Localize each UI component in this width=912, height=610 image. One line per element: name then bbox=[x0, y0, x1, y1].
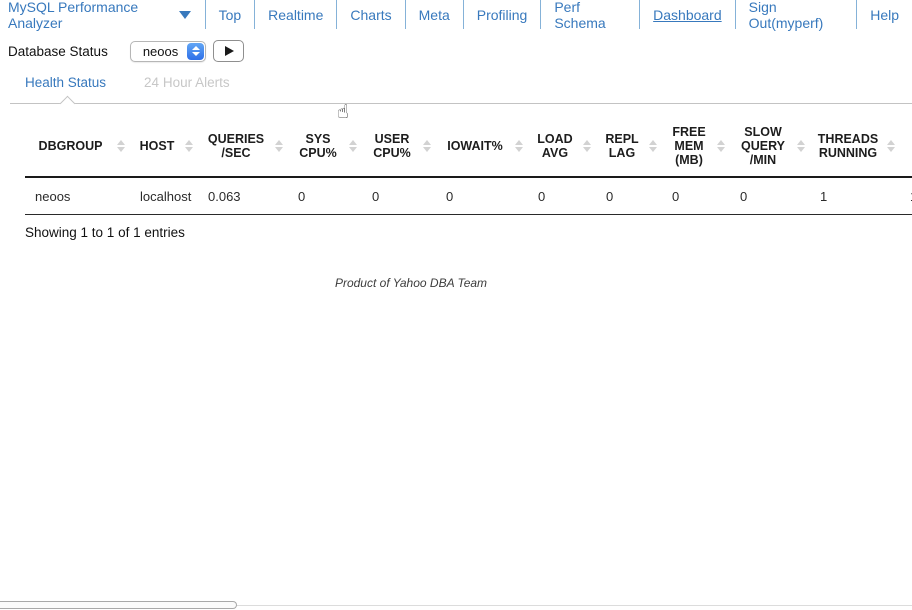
sort-icon bbox=[648, 140, 657, 152]
cell-iowait: 0 bbox=[436, 177, 528, 215]
caret-down-icon bbox=[179, 11, 191, 19]
nav-item-perf-schema[interactable]: Perf Schema bbox=[540, 0, 639, 29]
health-status-table: DBGROUP HOST QUERIES /SEC SYS CPU% USER … bbox=[25, 115, 912, 215]
col-header-user-cpu[interactable]: USER CPU% bbox=[362, 115, 436, 177]
footer-credit: Product of Yahoo DBA Team bbox=[25, 276, 797, 290]
col-header-free-mem[interactable]: FREE MEM (MB) bbox=[662, 115, 730, 177]
tab-underline bbox=[10, 103, 912, 104]
brand-menu[interactable]: MySQL Performance Analyzer bbox=[0, 0, 205, 29]
nav-item-top[interactable]: Top bbox=[205, 0, 255, 29]
col-header-threads-running[interactable]: THREADS RUNNING bbox=[810, 115, 900, 177]
db-select[interactable]: neoos bbox=[130, 41, 206, 62]
col-header-queries-sec[interactable]: QUERIES /SEC bbox=[198, 115, 288, 177]
cell-load-avg: 0 bbox=[528, 177, 596, 215]
table-header-row: DBGROUP HOST QUERIES /SEC SYS CPU% USER … bbox=[25, 115, 912, 177]
table-row[interactable]: neoos localhost 0.063 0 0 0 0 0 0 0 1 1 bbox=[25, 177, 912, 215]
sort-icon bbox=[886, 140, 895, 152]
sort-icon bbox=[274, 140, 283, 152]
sort-icon bbox=[422, 140, 431, 152]
tab-bar: Health Status 24 Hour Alerts bbox=[10, 75, 912, 104]
top-navbar: MySQL Performance Analyzer Top Realtime … bbox=[0, 0, 912, 29]
cell-dbgroup: neoos bbox=[25, 177, 130, 215]
select-stepper-icon bbox=[187, 43, 204, 60]
sort-icon bbox=[796, 140, 805, 152]
nav-item-help[interactable]: Help bbox=[856, 0, 912, 29]
cell-sys-cpu: 0 bbox=[288, 177, 362, 215]
col-header-offscreen[interactable] bbox=[900, 115, 912, 177]
cell-slow-query: 0 bbox=[730, 177, 810, 215]
entries-summary: Showing 1 to 1 of 1 entries bbox=[25, 225, 912, 240]
nav-item-sign-out[interactable]: Sign Out(myperf) bbox=[735, 0, 857, 29]
col-header-load-avg[interactable]: LOAD AVG bbox=[528, 115, 596, 177]
nav-item-realtime[interactable]: Realtime bbox=[254, 0, 336, 29]
cell-offscreen: 1 bbox=[900, 177, 912, 215]
cell-queries-sec: 0.063 bbox=[198, 177, 288, 215]
col-header-host[interactable]: HOST bbox=[130, 115, 198, 177]
nav-item-profiling[interactable]: Profiling bbox=[463, 0, 541, 29]
sort-icon bbox=[348, 140, 357, 152]
col-header-sys-cpu[interactable]: SYS CPU% bbox=[288, 115, 362, 177]
nav-item-dashboard[interactable]: Dashboard bbox=[639, 0, 735, 29]
sort-icon bbox=[582, 140, 591, 152]
brand-label: MySQL Performance Analyzer bbox=[8, 0, 173, 31]
sort-icon bbox=[716, 140, 725, 152]
cell-free-mem: 0 bbox=[662, 177, 730, 215]
health-status-panel: DBGROUP HOST QUERIES /SEC SYS CPU% USER … bbox=[25, 115, 912, 290]
sort-icon bbox=[116, 140, 125, 152]
database-status-label: Database Status bbox=[8, 44, 108, 59]
play-button[interactable] bbox=[213, 40, 244, 62]
cell-host: localhost bbox=[130, 177, 198, 215]
col-header-slow-query[interactable]: SLOW QUERY /MIN bbox=[730, 115, 810, 177]
sort-icon bbox=[184, 140, 193, 152]
db-select-value: neoos bbox=[131, 42, 186, 61]
col-header-repl-lag[interactable]: REPL LAG bbox=[596, 115, 662, 177]
play-icon bbox=[225, 46, 234, 56]
nav-item-charts[interactable]: Charts bbox=[336, 0, 404, 29]
scrollbar-thumb[interactable] bbox=[0, 601, 237, 609]
nav-item-meta[interactable]: Meta bbox=[405, 0, 463, 29]
sort-icon bbox=[514, 140, 523, 152]
cell-user-cpu: 0 bbox=[362, 177, 436, 215]
cell-threads-running: 1 bbox=[810, 177, 900, 215]
col-header-dbgroup[interactable]: DBGROUP bbox=[25, 115, 130, 177]
database-status-bar: Database Status neoos bbox=[8, 39, 912, 63]
col-header-iowait[interactable]: IOWAIT% bbox=[436, 115, 528, 177]
cell-repl-lag: 0 bbox=[596, 177, 662, 215]
tab-24-hour-alerts[interactable]: 24 Hour Alerts bbox=[144, 75, 230, 90]
tab-health-status[interactable]: Health Status bbox=[25, 75, 106, 90]
